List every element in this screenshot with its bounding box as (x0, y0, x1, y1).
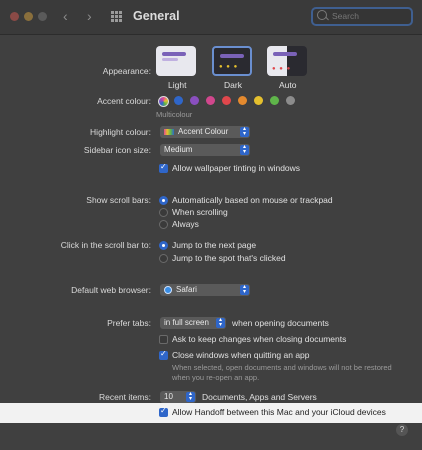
accent-green-swatch[interactable] (270, 96, 279, 105)
popup-arrows-icon: ▴ ▾ (240, 144, 249, 155)
sidebar-icon-size-popup[interactable]: Medium ▴ ▾ (160, 144, 250, 156)
thumbnail-bar (162, 52, 186, 56)
search-icon (317, 10, 327, 20)
thumbnail-dots: ● ● ● (272, 66, 292, 72)
close-windows-checkbox[interactable] (159, 349, 168, 360)
click-jump-next-page-radio[interactable] (159, 241, 168, 250)
close-window-button[interactable] (10, 12, 19, 21)
thumbnail-dots: ● ● ● (219, 64, 239, 70)
accent-yellow-swatch[interactable] (254, 96, 263, 105)
appearance-light-thumbnail[interactable] (156, 46, 196, 76)
close-windows-label: Close windows when quitting an app (172, 350, 310, 360)
prefer-tabs-label: Prefer tabs: (107, 318, 151, 328)
accent-graphite-swatch[interactable] (286, 96, 295, 105)
thumbnail-bar (162, 58, 178, 61)
default-browser-value: Safari (176, 285, 197, 294)
ask-keep-changes-checkbox[interactable] (159, 335, 168, 344)
forward-arrow-icon[interactable]: › (87, 8, 92, 24)
help-button[interactable]: ? (396, 424, 408, 436)
popup-arrows-icon: ▴ ▾ (240, 284, 249, 295)
prefer-tabs-popup[interactable]: in full screen ▴ ▾ (160, 317, 226, 329)
highlight-colour-value: Accent Colour (178, 127, 229, 136)
accent-red-swatch[interactable] (222, 96, 231, 105)
accent-pink-swatch[interactable] (206, 96, 215, 105)
accent-multicolour-swatch[interactable] (158, 96, 169, 107)
scroll-bars-automatic-radio[interactable] (159, 196, 168, 205)
thumbnail-bar (273, 52, 297, 56)
thumbnail-bar (220, 54, 244, 58)
highlight-colour-popup[interactable]: Accent Colour ▴ ▾ (160, 126, 250, 138)
popup-arrows-icon: ▴ ▾ (186, 391, 195, 402)
window-title: General (133, 9, 180, 23)
default-browser-label: Default web browser: (71, 285, 151, 295)
popup-arrows-icon: ▴ ▾ (240, 126, 249, 137)
recent-items-value: 10 (164, 392, 173, 401)
accent-orange-swatch[interactable] (238, 96, 247, 105)
handoff-row-highlight: Allow Handoff between this Mac and your … (0, 403, 422, 423)
scroll-bars-automatic-label: Automatically based on mouse or trackpad (172, 195, 333, 205)
appearance-light-label: Light (168, 80, 187, 90)
click-jump-next-page-label: Jump to the next page (172, 240, 257, 250)
highlight-colour-chip (164, 129, 174, 135)
minimize-window-button[interactable] (24, 12, 33, 21)
close-windows-note: When selected, open documents and window… (172, 363, 392, 372)
search-field[interactable]: Search (311, 7, 413, 26)
accent-colour-label: Accent colour: (97, 96, 151, 106)
sidebar-icon-size-label: Sidebar icon size: (83, 145, 151, 155)
close-windows-note: when you re-open an app. (172, 373, 260, 382)
click-jump-spot-label: Jump to the spot that's clicked (172, 253, 286, 263)
click-scroll-bar-label: Click in the scroll bar to: (60, 240, 151, 250)
appearance-dark-label: Dark (224, 80, 242, 90)
accent-selected-label: Multicolour (156, 110, 193, 119)
scroll-bars-when-scrolling-radio[interactable] (159, 208, 168, 217)
prefer-tabs-suffix: when opening documents (232, 318, 329, 328)
appearance-auto-label: Auto (279, 80, 297, 90)
appearance-dark-thumbnail[interactable]: ● ● ● (212, 46, 252, 76)
wallpaper-tinting-checkbox[interactable] (159, 162, 168, 173)
popup-arrows-icon: ▴ ▾ (216, 317, 225, 328)
handoff-label: Allow Handoff between this Mac and your … (172, 407, 386, 417)
click-jump-spot-radio[interactable] (159, 254, 168, 263)
title-bar: ‹ › General Search (0, 0, 422, 35)
accent-blue-swatch[interactable] (174, 96, 183, 105)
highlight-colour-label: Highlight colour: (90, 127, 151, 137)
default-browser-popup[interactable]: Safari ▴ ▾ (160, 284, 250, 296)
safari-icon (164, 286, 172, 294)
show-all-grid-icon[interactable] (111, 11, 122, 22)
prefer-tabs-value: in full screen (164, 318, 209, 327)
scroll-bars-when-scrolling-label: When scrolling (172, 207, 228, 217)
back-arrow-icon[interactable]: ‹ (63, 8, 68, 24)
handoff-checkbox[interactable] (159, 406, 168, 417)
search-placeholder: Search (332, 11, 359, 21)
recent-items-suffix: Documents, Apps and Servers (202, 392, 317, 402)
scroll-bars-always-radio[interactable] (159, 220, 168, 229)
recent-items-label: Recent items: (99, 392, 151, 402)
accent-purple-swatch[interactable] (190, 96, 199, 105)
zoom-window-button[interactable] (38, 12, 47, 21)
wallpaper-tinting-label: Allow wallpaper tinting in windows (172, 163, 301, 173)
preferences-window: ‹ › General Search Appearance: ● ● ● ● ●… (0, 0, 422, 450)
sidebar-icon-size-value: Medium (164, 145, 193, 154)
show-scroll-bars-label: Show scroll bars: (86, 195, 151, 205)
ask-keep-changes-label: Ask to keep changes when closing documen… (172, 334, 347, 344)
recent-items-popup[interactable]: 10 ▴ ▾ (160, 391, 196, 403)
scroll-bars-always-label: Always (172, 219, 199, 229)
appearance-auto-thumbnail[interactable]: ● ● ● (267, 46, 307, 76)
appearance-label: Appearance: (102, 66, 151, 76)
